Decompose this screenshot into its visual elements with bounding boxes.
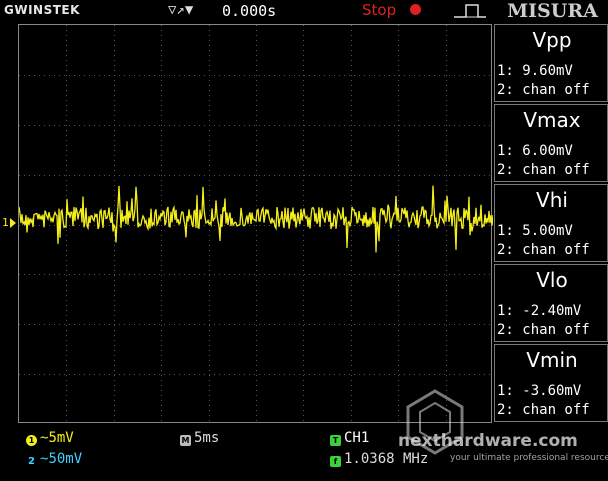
bottom-status-bar: 1 ~5mV 2 ~50mV M 5ms T CH1 f 1.0368 MHz nexth… bbox=[0, 389, 608, 481]
watermark-text: nexthardware.com bbox=[398, 431, 578, 451]
watermark-subtitle: your ultimate professional resource bbox=[450, 453, 608, 463]
timebase-readout[interactable]: M 5ms bbox=[180, 430, 219, 446]
measurement-ch1-value: 1: 6.00mV bbox=[497, 143, 573, 159]
ch1-badge-icon: 1 bbox=[26, 435, 37, 446]
timebase-value: 5ms bbox=[194, 430, 220, 446]
trigger-source-readout[interactable]: T CH1 bbox=[330, 430, 369, 446]
measurement-title: Vpp bbox=[532, 28, 572, 52]
trigger-source-value: CH1 bbox=[344, 430, 370, 446]
stop-indicator-icon bbox=[410, 4, 421, 15]
timebase-badge-icon: M bbox=[180, 435, 191, 446]
trigger-badge-icon: T bbox=[330, 435, 341, 446]
measurement-ch2-value: 2: chan off bbox=[497, 242, 590, 258]
measurement-ch1-value: 1: 9.60mV bbox=[497, 63, 573, 79]
measurement-ch1-value: 1: 5.00mV bbox=[497, 223, 573, 239]
ch1-scale-value: 5mV bbox=[48, 430, 74, 446]
waveform-svg bbox=[19, 25, 493, 424]
measurement-vmax[interactable]: Vmax 1: 6.00mV 2: chan off bbox=[494, 104, 608, 182]
measurement-title: Vmin bbox=[526, 348, 578, 372]
ch1-ground-ref-label: 1 bbox=[2, 216, 9, 229]
ch2-badge-icon: 2 bbox=[28, 456, 35, 467]
measurement-ch1-value: 1: -2.40mV bbox=[497, 303, 582, 319]
measurement-vmin[interactable]: Vmin 1: -3.60mV 2: chan off bbox=[494, 344, 608, 422]
measurement-ch2-value: 2: chan off bbox=[497, 402, 590, 418]
brand-logo: GWINSTEK bbox=[4, 3, 80, 17]
measure-menu-title: MISURA bbox=[507, 0, 598, 22]
trigger-position-readout: 0.000s bbox=[222, 2, 277, 20]
measurement-title: Vlo bbox=[536, 268, 568, 292]
ch1-ground-ref-icon[interactable] bbox=[10, 218, 16, 228]
measurement-vpp[interactable]: Vpp 1: 9.60mV 2: chan off bbox=[494, 24, 608, 102]
watermark: nexthardware.com your ultimate professio… bbox=[380, 389, 608, 481]
measurement-ch2-value: 2: chan off bbox=[497, 82, 590, 98]
measurement-vhi[interactable]: Vhi 1: 5.00mV 2: chan off bbox=[494, 184, 608, 262]
ch2-scale-value: 50mV bbox=[48, 451, 83, 467]
top-status-bar: GWINSTEK ▽↗▼ 0.000s Stop MISURA bbox=[0, 0, 608, 22]
ch1-scale-readout[interactable]: 1 ~5mV bbox=[26, 430, 74, 446]
measurement-ch2-value: 2: chan off bbox=[497, 322, 590, 338]
frequency-badge-icon: f bbox=[330, 456, 341, 467]
rising-edge-trigger-icon bbox=[454, 4, 486, 18]
ch2-scale-readout[interactable]: 2 ~50mV bbox=[26, 451, 82, 467]
measurement-title: Vhi bbox=[536, 188, 568, 212]
measurement-title: Vmax bbox=[523, 108, 581, 132]
measurement-panel: Vpp 1: 9.60mV 2: chan off Vmax 1: 6.00mV… bbox=[494, 24, 608, 424]
waveform-display[interactable] bbox=[18, 24, 493, 424]
graticule bbox=[19, 25, 493, 424]
measurement-vlo[interactable]: Vlo 1: -2.40mV 2: chan off bbox=[494, 264, 608, 342]
measurement-ch1-value: 1: -3.60mV bbox=[497, 383, 582, 399]
trigger-mode-icons: ▽↗▼ bbox=[168, 2, 194, 18]
measurement-ch2-value: 2: chan off bbox=[497, 162, 590, 178]
run-state-label: Stop bbox=[362, 1, 397, 19]
